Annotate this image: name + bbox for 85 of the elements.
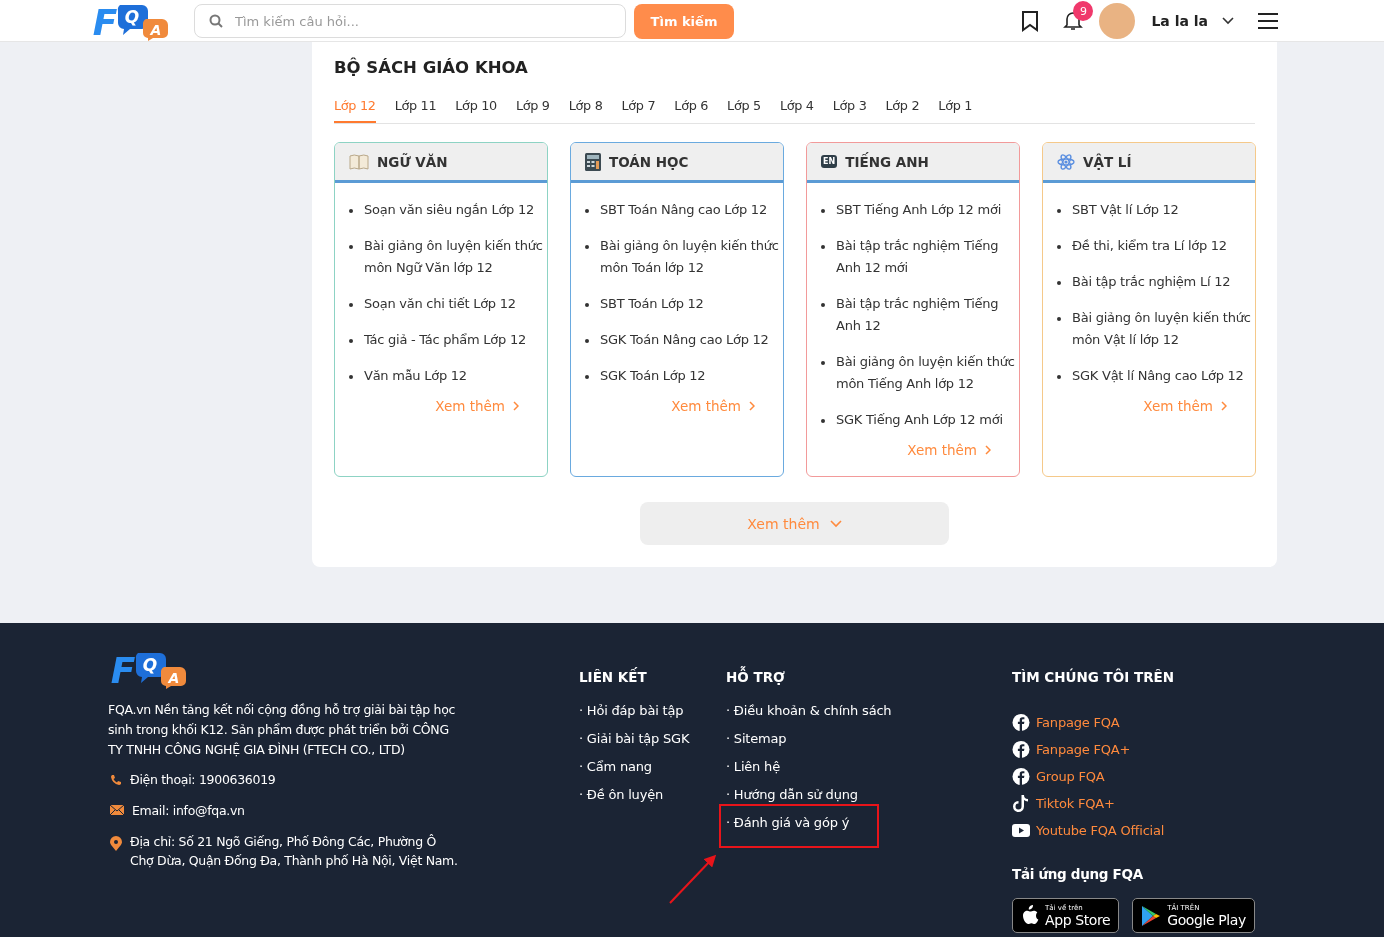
footer-link[interactable]: · Điều khoản & chính sách bbox=[726, 703, 892, 718]
subject-title: NGỮ VĂN bbox=[377, 153, 448, 170]
grade-tab[interactable]: Lớp 5 bbox=[727, 98, 761, 123]
chevron-down-icon[interactable] bbox=[1222, 17, 1234, 25]
chevron-right-icon bbox=[513, 401, 519, 411]
footer-link[interactable]: · Đề ôn luyện bbox=[579, 787, 663, 802]
grade-tab[interactable]: Lớp 6 bbox=[674, 98, 709, 123]
facebook-icon bbox=[1012, 714, 1030, 731]
book-link[interactable]: SBT Toán Lớp 12 bbox=[585, 293, 781, 315]
fqa-logo[interactable]: F Q A bbox=[90, 1, 170, 41]
section-title: BỘ SÁCH GIÁO KHOA bbox=[334, 58, 529, 79]
subject-title: VẬT LÍ bbox=[1083, 153, 1132, 170]
book-link[interactable]: SGK Toán Lớp 12 bbox=[585, 365, 781, 387]
grade-tab[interactable]: Lớp 11 bbox=[394, 98, 437, 123]
notification-badge: 9 bbox=[1073, 1, 1094, 21]
book-link[interactable]: Tác giả - Tác phẩm Lớp 12 bbox=[349, 329, 545, 351]
column-title: LIÊN KẾT bbox=[579, 669, 648, 687]
grade-tab[interactable]: Lớp 2 bbox=[885, 98, 920, 123]
footer-link[interactable]: · Liên hệ bbox=[726, 759, 780, 774]
book-icon bbox=[349, 152, 369, 171]
book-link[interactable]: SGK Vật lí Nâng cao Lớp 12 bbox=[1057, 365, 1253, 387]
social-link[interactable]: Tiktok FQA+ bbox=[1012, 790, 1255, 817]
book-link[interactable]: SBT Tiếng Anh Lớp 12 mới bbox=[821, 199, 1017, 221]
chevron-right-icon bbox=[749, 401, 755, 411]
social-link[interactable]: Youtube FQA Official bbox=[1012, 817, 1255, 844]
apple-icon bbox=[1021, 905, 1039, 926]
social-link[interactable]: Fanpage FQA+ bbox=[1012, 736, 1255, 763]
book-link[interactable]: SGK Tiếng Anh Lớp 12 mới bbox=[821, 409, 1017, 431]
search-field[interactable]: Tìm kiếm câu hỏi... bbox=[194, 4, 626, 38]
facebook-icon bbox=[1012, 741, 1030, 758]
contact-text: Địa chỉ: Số 21 Ngõ Giếng, Phố Đông Các, Phường Ô Chợ Dừa, Quận Đống Đa, Thành phố Hà Nội, Việt Nam. bbox=[130, 833, 458, 870]
subject-title: TOÁN HỌC bbox=[609, 153, 689, 170]
grade-tab[interactable]: Lớp 7 bbox=[621, 98, 656, 123]
book-link[interactable]: Bài tập trắc nghiệm Tiếng Anh 12 mới bbox=[821, 235, 1017, 279]
contact-text: Điện thoại: 1900636019 bbox=[130, 771, 276, 789]
company-description: FQA.vn Nền tảng kết nối cộng đồng hỗ trợ giải bài tập học sinh trong khối K12. Sản phẩm được phát triển bởi CÔNG TY TNHH CÔNG NGHỆ GIA ĐÌNH (FTECH CO., LTD) bbox=[108, 701, 457, 759]
language-badge: EN bbox=[821, 155, 838, 168]
grade-tab[interactable]: Lớp 10 bbox=[455, 98, 497, 123]
grade-tab[interactable]: Lớp 8 bbox=[568, 98, 603, 123]
footer-logo[interactable]: F Q A bbox=[108, 649, 188, 689]
subject-title: TIẾNG ANH bbox=[845, 153, 929, 170]
book-link[interactable]: SBT Toán Nâng cao Lớp 12 bbox=[585, 199, 781, 221]
footer-link[interactable]: · Hỏi đáp bài tập bbox=[579, 703, 684, 718]
grade-tab[interactable]: Lớp 3 bbox=[832, 98, 867, 123]
book-link[interactable]: Bài giảng ôn luyện kiến thức môn Tiếng Anh lớp 12 bbox=[821, 351, 1017, 395]
chevron-right-icon bbox=[985, 445, 991, 455]
tiktok-icon bbox=[1012, 795, 1030, 812]
chevron-right-icon bbox=[1221, 401, 1227, 411]
book-link[interactable]: Bài giảng ôn luyện kiến thức môn Vật lí lớp 12 bbox=[1057, 307, 1253, 351]
mail-icon bbox=[110, 805, 124, 815]
book-link[interactable]: SBT Vật lí Lớp 12 bbox=[1057, 199, 1253, 221]
book-link[interactable]: Bài giảng ôn luyện kiến thức môn Ngữ Văn lớp 12 bbox=[349, 235, 545, 279]
grade-tab[interactable]: Lớp 4 bbox=[779, 98, 814, 123]
contact-text: Email: info@fqa.vn bbox=[132, 802, 245, 820]
book-link[interactable]: Bài tập trắc nghiệm Lí 12 bbox=[1057, 271, 1253, 293]
footer-link[interactable]: · Hướng dẫn sử dụng bbox=[726, 787, 858, 802]
book-link[interactable]: Đề thi, kiểm tra Lí lớp 12 bbox=[1057, 235, 1253, 257]
location-pin-icon bbox=[110, 836, 122, 851]
youtube-icon bbox=[1012, 824, 1030, 837]
book-link[interactable]: Bài tập trắc nghiệm Tiếng Anh 12 bbox=[821, 293, 1017, 337]
chevron-down-icon bbox=[829, 519, 842, 528]
book-link[interactable]: Soạn văn chi tiết Lớp 12 bbox=[349, 293, 545, 315]
phone-icon bbox=[110, 774, 122, 786]
footer-link[interactable]: · Đánh giá và góp ý bbox=[726, 815, 850, 830]
play-store-icon bbox=[1141, 904, 1162, 927]
column-title: TÌM CHÚNG TÔI TRÊN bbox=[1012, 669, 1176, 687]
book-link[interactable]: Văn mẫu Lớp 12 bbox=[349, 365, 545, 387]
calculator-icon bbox=[585, 152, 601, 171]
grade-tab[interactable]: Lớp 9 bbox=[515, 98, 550, 123]
footer-link[interactable]: · Cẩm nang bbox=[579, 759, 652, 774]
facebook-icon bbox=[1012, 768, 1030, 785]
social-link[interactable]: Group FQA bbox=[1012, 763, 1255, 790]
social-link[interactable]: Fanpage FQA bbox=[1012, 709, 1255, 736]
footer-link[interactable]: · Giải bài tập SGK bbox=[579, 731, 690, 746]
user-name[interactable]: La la la bbox=[1151, 13, 1208, 29]
search-icon bbox=[209, 14, 223, 28]
menu-icon[interactable] bbox=[1258, 13, 1278, 29]
atom-icon bbox=[1057, 152, 1075, 171]
book-link[interactable]: Bài giảng ôn luyện kiến thức môn Toán lớp 12 bbox=[585, 235, 781, 279]
book-link[interactable]: Soạn văn siêu ngắn Lớp 12 bbox=[349, 199, 545, 221]
footer-link[interactable]: · Sitemap bbox=[726, 731, 787, 746]
book-link[interactable]: SGK Toán Nâng cao Lớp 12 bbox=[585, 329, 781, 351]
bookmark-icon[interactable] bbox=[1021, 10, 1040, 32]
grade-tab[interactable]: Lớp 1 bbox=[938, 98, 973, 123]
app-download-title: Tải ứng dụng FQA bbox=[1012, 866, 1144, 882]
